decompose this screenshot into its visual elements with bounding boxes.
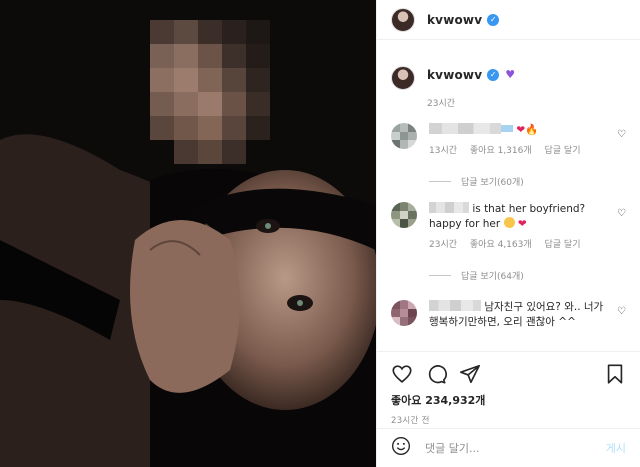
share-icon[interactable] (459, 363, 481, 385)
comment-body: is that her boyfriend? happy for her ❤ 2… (429, 202, 609, 253)
post-comment-button[interactable]: 게시 (606, 440, 626, 456)
post-time: 23시간 전 (391, 416, 430, 426)
comment-time: 23시간 (429, 240, 458, 250)
heart-icon[interactable]: ♡ (617, 129, 626, 140)
caption: kvwowv ✓ ♥ (377, 40, 640, 90)
caption-time: 23시간 (427, 99, 456, 109)
photo-image (0, 0, 376, 467)
emoji: ❤🔥 (516, 124, 539, 136)
comment-item: 남자친구 있어요? 와.. 너가 행복하기만하면, 오리 괜찮아 ^^ ♡ (377, 300, 640, 330)
heart-icon[interactable]: ♡ (617, 306, 626, 317)
avatar[interactable] (391, 7, 415, 32)
comment-time: 13시간 (429, 146, 458, 156)
comment-likes[interactable]: 좋아요 1,316개 (470, 146, 532, 156)
comment-body: ❤🔥 13시간 좋아요 1,316개 답글 달기 (429, 123, 609, 159)
post-actions: 좋아요 234,932개 23시간 전 (377, 351, 640, 426)
avatar[interactable] (391, 202, 417, 228)
view-replies-button[interactable]: 답글 보기(60개) (429, 175, 640, 188)
pixelated-username[interactable] (429, 123, 501, 134)
view-replies-button[interactable]: 답글 보기(64개) (429, 269, 640, 282)
username[interactable]: kvwowv (427, 13, 482, 27)
comment-likes[interactable]: 좋아요 4,163개 (470, 240, 532, 250)
likes-count[interactable]: 좋아요 234,932개 (391, 392, 626, 408)
post-header: kvwowv ✓ (377, 0, 640, 40)
action-bar (391, 362, 626, 386)
reply-button[interactable]: 답글 달기 (545, 146, 581, 156)
reply-button[interactable]: 답글 달기 (545, 240, 581, 250)
comment-meta: 23시간 좋아요 4,163개 답글 달기 (429, 238, 609, 253)
emoji: ❤ (517, 218, 527, 230)
verified-badge-icon: ✓ (487, 69, 500, 81)
comments-list[interactable]: kvwowv ✓ ♥ 23시간 ❤🔥 13시간 좋아요 1,316개 답글 달기 (377, 40, 640, 350)
purple-heart-icon: ♥ (505, 68, 516, 81)
comment-body: 남자친구 있어요? 와.. 너가 행복하기만하면, 오리 괜찮아 ^^ (429, 300, 609, 330)
verified-badge-icon: ✓ (487, 13, 500, 26)
avatar[interactable] (391, 300, 417, 326)
comment-item: ❤🔥 13시간 좋아요 1,316개 답글 달기 ♡ (377, 123, 640, 159)
post-sidebar: kvwowv ✓ kvwowv ✓ ♥ 23시간 ❤🔥 13시간 좋아요 1,3… (376, 0, 640, 467)
comment-input[interactable] (425, 441, 606, 455)
blurred-text (501, 125, 513, 132)
heart-icon[interactable]: ♡ (617, 208, 626, 219)
smile-icon[interactable] (391, 436, 411, 460)
avatar[interactable] (391, 123, 417, 149)
heart-icon[interactable] (391, 363, 413, 385)
pixelated-username[interactable] (429, 300, 481, 311)
add-comment-bar: 게시 (377, 428, 640, 467)
bookmark-icon[interactable] (604, 363, 626, 385)
pixelated-username[interactable] (429, 202, 469, 213)
post-photo[interactable] (0, 0, 376, 467)
comment-icon[interactable] (425, 363, 447, 385)
comment-item: is that her boyfriend? happy for her ❤ 2… (377, 202, 640, 253)
avatar[interactable] (391, 66, 415, 90)
smile-emoji (503, 217, 515, 228)
caption-username[interactable]: kvwowv (427, 68, 482, 82)
comment-meta: 13시간 좋아요 1,316개 답글 달기 (429, 144, 609, 159)
